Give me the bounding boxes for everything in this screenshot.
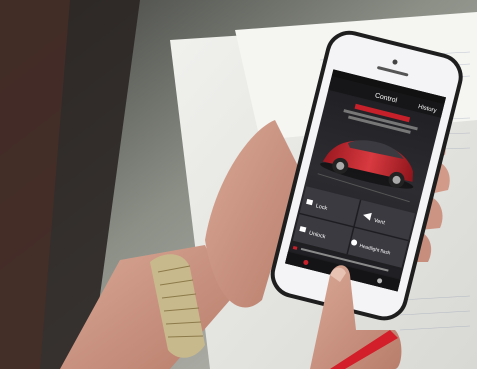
photo-scene: Control History Lock Vent Unlock Headlig…	[0, 0, 477, 369]
photo-illustration: Control History Lock Vent Unlock Headlig…	[0, 0, 477, 369]
